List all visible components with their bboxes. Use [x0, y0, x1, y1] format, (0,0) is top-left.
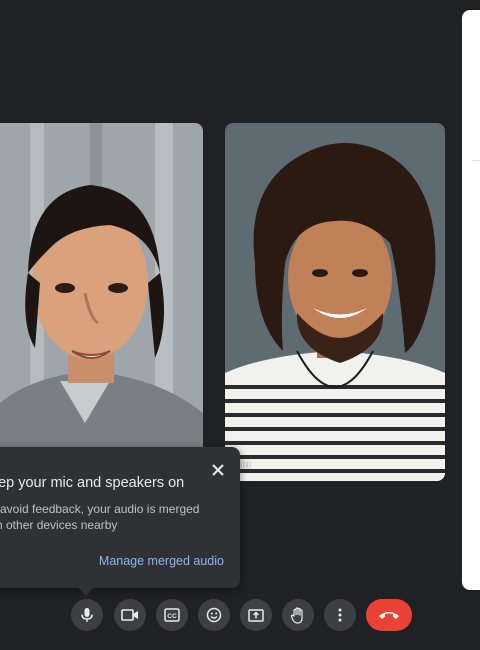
close-icon [212, 464, 224, 476]
microphone-button[interactable] [71, 599, 103, 631]
popup-body-line: ith other devices nearby [0, 518, 118, 532]
participant-tile[interactable]: ou [225, 123, 445, 481]
call-controls-bar: CC [0, 599, 480, 633]
end-call-button[interactable] [366, 599, 412, 631]
captions-button[interactable]: CC [156, 599, 188, 631]
present-screen-button[interactable] [240, 599, 272, 631]
more-options-icon [338, 608, 342, 622]
participant-video [0, 123, 203, 481]
participant-tile[interactable] [0, 123, 203, 481]
svg-text:CC: CC [167, 613, 177, 620]
popup-body-line: o avoid feedback, your audio is merged [0, 502, 200, 516]
side-panel [462, 10, 480, 590]
captions-icon: CC [164, 608, 180, 622]
raise-hand-icon [290, 606, 303, 624]
end-call-icon [379, 612, 399, 619]
participant-video [225, 123, 445, 481]
merged-audio-popup: eep your mic and speakers on o avoid fee… [0, 447, 240, 588]
raise-hand-button[interactable] [282, 599, 314, 631]
more-options-button[interactable] [324, 599, 356, 631]
popup-title: eep your mic and speakers on [0, 475, 185, 491]
manage-merged-audio-link[interactable]: Manage merged audio [99, 554, 224, 568]
emoji-reactions-button[interactable] [198, 599, 230, 631]
camera-icon [121, 609, 138, 621]
emoji-icon [206, 607, 222, 623]
panel-divider [472, 160, 480, 161]
popup-body: o avoid feedback, your audio is merged i… [0, 501, 212, 533]
close-popup-button[interactable] [208, 460, 228, 480]
present-screen-icon [248, 608, 264, 622]
microphone-icon [81, 608, 93, 622]
camera-button[interactable] [114, 599, 146, 631]
